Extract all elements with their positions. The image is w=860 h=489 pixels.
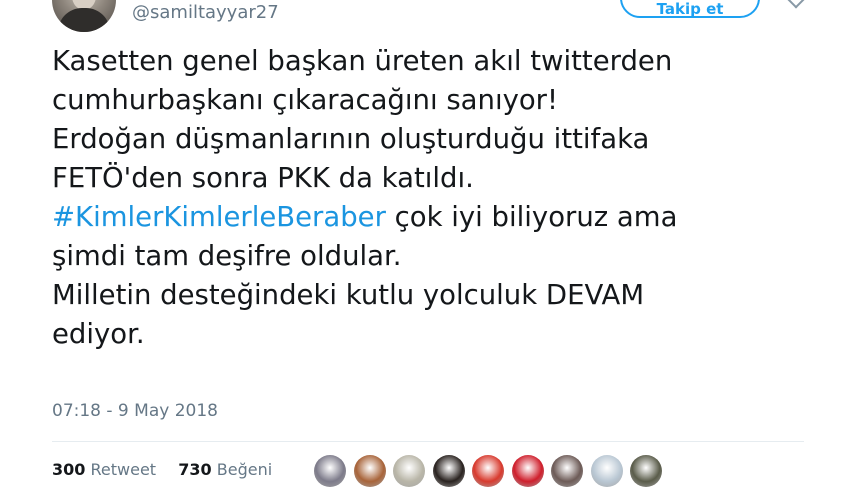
chevron-down-icon[interactable]: [787, 0, 805, 9]
liker-avatar-4[interactable]: [432, 455, 465, 487]
tweet-line-8: ediyor.: [52, 318, 145, 350]
like-label[interactable]: Beğeni: [217, 460, 272, 479]
follow-button[interactable]: Takip et: [620, 0, 760, 18]
tweet-text: Kasetten genel başkan üreten akıl twitte…: [52, 42, 842, 354]
retweet-count[interactable]: 300: [52, 460, 85, 479]
liker-avatar-8[interactable]: [590, 455, 623, 487]
liker-avatar-3[interactable]: [393, 455, 425, 487]
tweet-line-5: #KimlerKimlerleBeraber çok iyi biliyoruz…: [52, 198, 842, 237]
tweet-line-5-text: çok iyi biliyoruz ama: [385, 201, 678, 233]
tweet-line-2: cumhurbaşkanı çıkaracağını sanıyor!: [52, 84, 559, 116]
tweet-line-3: Erdoğan düşmanlarının oluşturduğu ittifa…: [52, 123, 650, 155]
tweet-line-6: şimdi tam deşifre oldular.: [52, 240, 402, 272]
liker-avatar-6[interactable]: [511, 455, 544, 487]
liker-avatar-5[interactable]: [472, 455, 504, 487]
tweet-line-1: Kasetten genel başkan üreten akıl twitte…: [52, 45, 673, 77]
tweet-line-7: Milletin desteğindeki kutlu yolculuk DEV…: [52, 279, 645, 311]
hashtag-link[interactable]: #KimlerKimlerleBeraber: [52, 201, 386, 233]
liker-avatar-1[interactable]: [314, 455, 346, 487]
like-count[interactable]: 730: [178, 460, 211, 479]
liker-avatar-9[interactable]: [630, 455, 662, 487]
tweet-line-4: FETÖ'den sonra PKK da katıldı.: [52, 162, 474, 194]
profile-avatar[interactable]: [52, 0, 116, 32]
tweet-timestamp[interactable]: 07:18 - 9 May 2018: [52, 399, 218, 423]
user-handle[interactable]: @samiltayyar27: [132, 1, 279, 25]
liker-avatar-7[interactable]: [551, 455, 583, 487]
divider: [52, 441, 804, 442]
retweet-label[interactable]: Retweet: [91, 460, 157, 479]
tweet-stats: 300 Retweet 730 Beğeni: [52, 459, 272, 481]
avatar-suit: [58, 8, 110, 32]
liker-avatar-2[interactable]: [353, 455, 386, 487]
